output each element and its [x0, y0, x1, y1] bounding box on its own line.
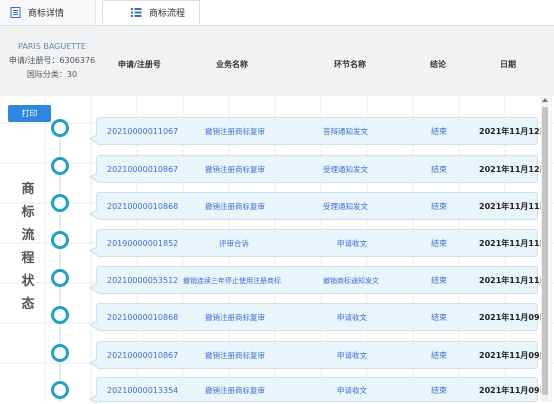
timeline-node: [51, 157, 69, 175]
tab-bar: 商标详情 商标流程: [0, 0, 554, 26]
column-header-date: 日期: [500, 60, 516, 69]
row-reg-no: 20210000013354: [107, 386, 179, 395]
vertical-scrollbar[interactable]: [541, 97, 549, 402]
row-step: 撤销商标通知发文: [323, 277, 379, 285]
tab-label: 商标详情: [28, 9, 65, 19]
row-step: 申请收文: [337, 239, 367, 248]
row-result: 结束: [431, 202, 447, 211]
row-date: 2021年11月09日: [479, 386, 548, 395]
row-result: 结束: [431, 165, 447, 174]
timeline-node: [51, 231, 69, 249]
row-result: 结束: [431, 127, 447, 136]
row-business: 撤销注册商标复审: [205, 351, 265, 360]
list-icon: [131, 7, 142, 18]
row-reg-no: 20210000011067: [107, 127, 179, 136]
column-header-reg-no: 申请/注册号: [118, 60, 161, 69]
timeline-node: [51, 344, 69, 362]
trademark-name: PARIS BAGUETTE: [18, 42, 86, 51]
row-date: 2021年11月09日: [479, 351, 548, 360]
row-business: 撤销连续三年停止使用注册商标: [183, 277, 281, 285]
timeline-node: [51, 269, 69, 287]
row-business: 撤销注册商标复审: [205, 386, 265, 395]
row-result: 结束: [431, 239, 447, 248]
trademark-summary: PARIS BAGUETTE 申请/注册号：6306376 国际分类：30: [0, 40, 104, 82]
row-reg-no: 20190000001852: [107, 239, 179, 248]
row-business: 撤销注册商标复审: [205, 313, 265, 322]
scrollbar-thumb[interactable]: [542, 107, 548, 395]
process-row[interactable]: 20210000010868 撤销注册商标复审 受理通知发文 结束 2021年1…: [89, 192, 548, 220]
row-step: 申请收文: [337, 313, 367, 322]
row-business: 评审合诉: [219, 239, 249, 248]
row-step: 申请收文: [337, 351, 367, 360]
row-result: 结束: [431, 276, 447, 285]
trademark-process-status-label: 商 标 流 程 状 态: [21, 182, 35, 312]
column-header-step: 环节名称: [334, 60, 366, 69]
process-row[interactable]: 20190000001852 评审合诉 申请收文 结束 2021年11月11日: [89, 229, 548, 257]
process-header: PARIS BAGUETTE 申请/注册号：6306376 国际分类：30 申请…: [0, 26, 554, 96]
row-reg-no: 20210000053512: [107, 276, 179, 285]
row-result: 结束: [431, 351, 447, 360]
document-icon: [10, 7, 21, 18]
row-step: 受理通知发文: [323, 165, 368, 174]
column-header-result: 结论: [430, 60, 446, 69]
print-button[interactable]: 打印: [8, 105, 51, 122]
row-reg-no: 20210000010867: [107, 351, 179, 360]
timeline-node: [51, 381, 69, 399]
registration-number: 申请/注册号：6306376: [8, 56, 96, 65]
row-reg-no: 20210000010867: [107, 165, 179, 174]
row-business: 撤销注册商标复审: [205, 202, 265, 211]
row-step: 受理通知发文: [323, 202, 368, 211]
tab-label: 商标流程: [149, 8, 186, 19]
row-reg-no: 20210000010868: [107, 313, 179, 322]
row-date: 2021年11月09日: [479, 313, 548, 322]
process-row[interactable]: 20210000010867 撤销注册商标复审 申请收文 结束 2021年11月…: [89, 341, 548, 369]
process-row[interactable]: 20210000053512 撤销连续三年停止使用注册商标 撤销商标通知发文 结…: [89, 266, 548, 294]
row-reg-no: 20210000010868: [107, 202, 179, 211]
international-class: 国际分类：30: [26, 70, 78, 79]
row-date: 2021年11月11日: [479, 202, 548, 211]
row-result: 结束: [431, 386, 447, 395]
row-date: 2021年11月11日: [479, 276, 548, 285]
row-date: 2021年11月11日: [479, 239, 548, 248]
tab-trademark-process[interactable]: 商标流程: [102, 0, 200, 25]
row-result: 结束: [431, 313, 447, 322]
column-header-business: 业务名称: [216, 60, 248, 69]
timeline-node: [51, 194, 69, 212]
scroll-up-arrow-icon[interactable]: [542, 98, 548, 102]
row-step: 答辩通知发文: [323, 127, 368, 136]
row-step: 申请收文: [337, 386, 367, 395]
timeline-node: [51, 119, 69, 137]
process-row[interactable]: 20210000011067 撤销注册商标复审 答辩通知发文 结束 2021年1…: [89, 117, 548, 145]
timeline-node: [51, 306, 69, 324]
tab-trademark-details[interactable]: 商标详情: [0, 0, 96, 25]
row-date: 2021年11月12日: [479, 127, 548, 136]
process-row[interactable]: 20210000010868 撤销注册商标复审 申请收文 结束 2021年11月…: [89, 303, 548, 331]
row-date: 2021年11月12日: [479, 165, 548, 174]
process-row[interactable]: 20210000013354 撤销注册商标复审 申请收文 结束 2021年11月…: [89, 377, 548, 404]
row-business: 撤销注册商标复审: [205, 127, 265, 136]
row-business: 撤销注册商标复审: [205, 165, 265, 174]
process-row[interactable]: 20210000010867 撤销注册商标复审 受理通知发文 结束 2021年1…: [89, 155, 548, 183]
